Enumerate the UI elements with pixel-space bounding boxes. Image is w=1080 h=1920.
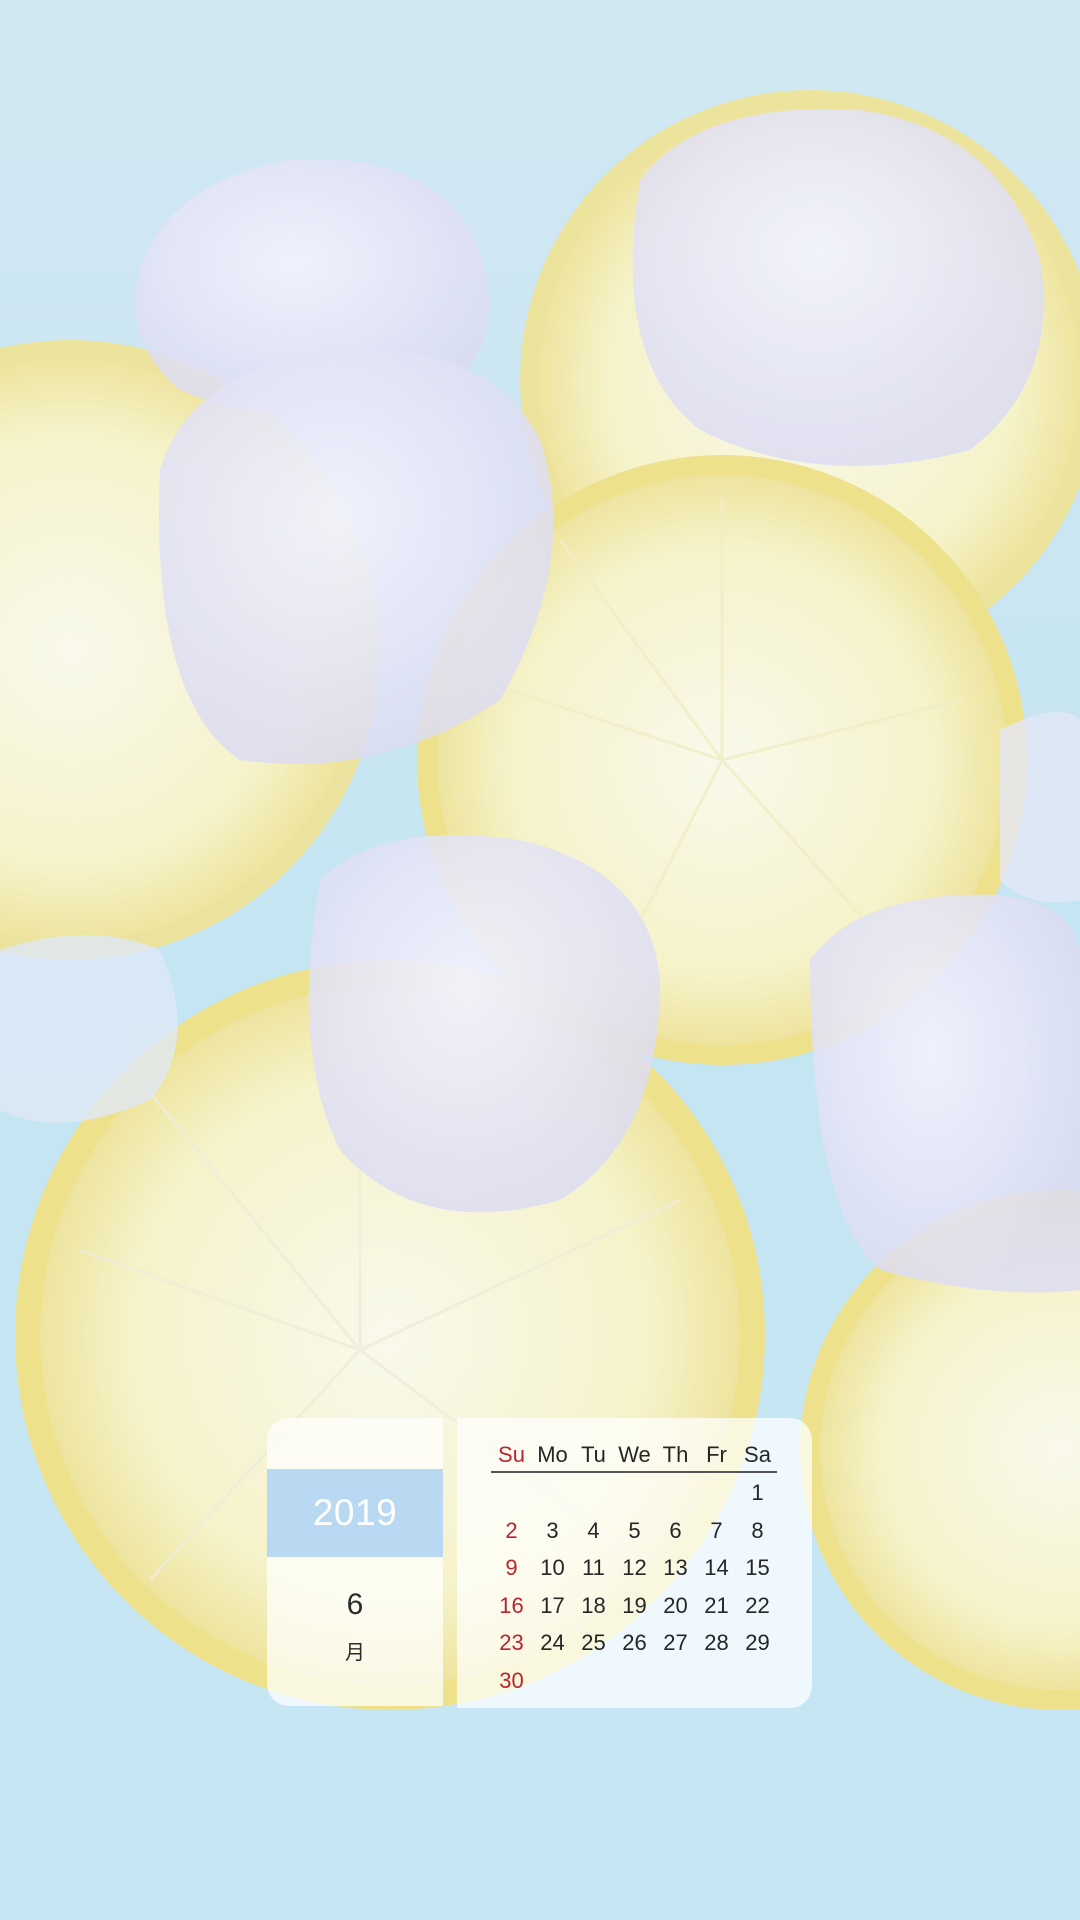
day-cell: 25	[581, 1630, 606, 1655]
day-cell: 1	[751, 1480, 764, 1505]
day-cell: 12	[622, 1555, 647, 1580]
day-cell: 15	[745, 1555, 770, 1580]
weekday-header: Su Mo Tu We Th Fr Sa	[491, 1440, 777, 1472]
day-cell: 24	[540, 1630, 565, 1655]
day-cell: 18	[581, 1592, 606, 1618]
day-cell: 3	[546, 1517, 559, 1543]
weekday-we: We	[618, 1442, 651, 1467]
day-cell: 23	[499, 1630, 524, 1655]
day-cell: 6	[669, 1517, 682, 1543]
day-cell: 10	[540, 1555, 565, 1580]
weekday-sa: Sa	[744, 1442, 771, 1467]
day-cell: 19	[622, 1592, 647, 1618]
day-cell: 29	[745, 1630, 770, 1655]
day-cell: 30	[499, 1667, 524, 1693]
weekday-th: Th	[662, 1442, 689, 1467]
day-cell: 16	[499, 1592, 524, 1618]
weekday-su: Su	[498, 1442, 525, 1467]
calendar-month-panel: 2019 6 月	[267, 1418, 443, 1706]
day-cell: 26	[622, 1630, 647, 1655]
day-cell: 8	[751, 1517, 764, 1543]
day-cell: 2	[505, 1517, 518, 1543]
day-cell: 17	[540, 1592, 565, 1618]
day-cell: 11	[582, 1555, 605, 1580]
day-cell: 20	[663, 1592, 688, 1618]
day-cell: 22	[745, 1592, 770, 1618]
year-label: 2019	[267, 1469, 443, 1557]
day-cell: 28	[704, 1630, 729, 1655]
month-number: 6	[346, 1588, 364, 1621]
header-divider	[491, 1471, 777, 1473]
calendar-grid-panel: Su Mo Tu We Th Fr Sa 1 2 3 4 5 6 7 8 9 10 11 12 13 14…	[457, 1418, 812, 1708]
day-cell: 9	[505, 1555, 518, 1580]
weekday-mo: Mo	[537, 1442, 568, 1467]
day-cell: 27	[663, 1630, 688, 1655]
day-cell: 21	[704, 1592, 729, 1618]
month-character: 月	[345, 1640, 365, 1664]
day-cell: 5	[628, 1517, 641, 1543]
day-cell: 13	[663, 1555, 688, 1580]
day-cell: 7	[710, 1517, 723, 1543]
weekday-fr: Fr	[706, 1442, 727, 1467]
day-cell: 4	[587, 1517, 600, 1543]
weekday-tu: Tu	[581, 1442, 606, 1467]
day-cell: 14	[704, 1555, 729, 1580]
